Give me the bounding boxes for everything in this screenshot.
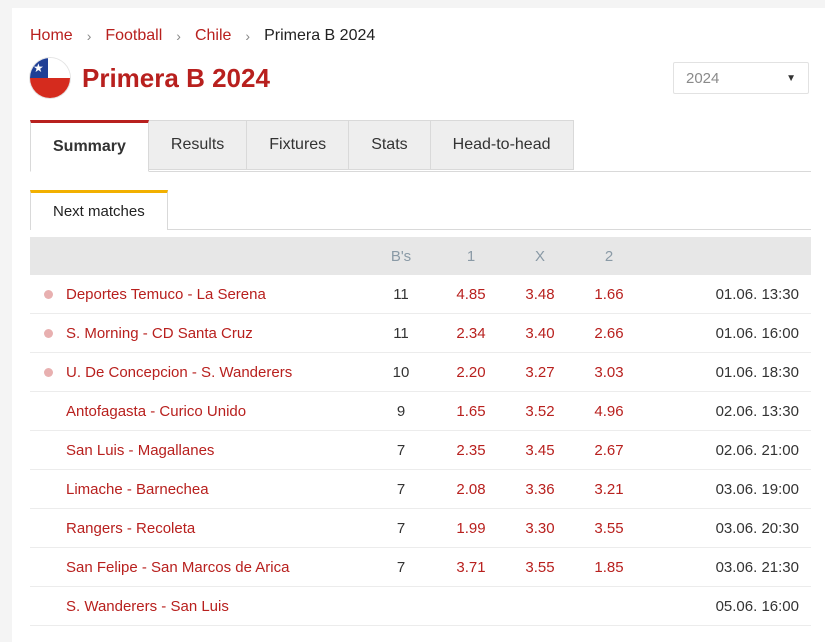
- live-dot-icon: [43, 367, 53, 377]
- table-row[interactable]: Limache - Barnechea 7 2.08 3.36 3.21 03.…: [30, 470, 811, 509]
- chevron-right-icon: ›: [176, 28, 181, 44]
- match-name[interactable]: Deportes Temuco - La Serena: [66, 286, 366, 303]
- season-select[interactable]: 2024 ▼: [673, 62, 809, 94]
- season-select-value: 2024: [686, 69, 720, 87]
- match-name[interactable]: Antofagasta - Curico Unido: [66, 403, 366, 420]
- tab-head-to-head[interactable]: Head-to-head: [430, 120, 574, 170]
- match-time: 02.06. 21:00: [715, 441, 799, 459]
- odds-1[interactable]: 2.35: [436, 442, 506, 459]
- content-card: Home › Football › Chile › Primera B 2024…: [12, 8, 825, 642]
- breadcrumb: Home › Football › Chile › Primera B 2024: [30, 26, 375, 46]
- odds-x[interactable]: 3.36: [506, 481, 574, 498]
- odds-x[interactable]: 3.52: [506, 403, 574, 420]
- tab-stats[interactable]: Stats: [349, 120, 431, 170]
- odds-2[interactable]: 2.67: [574, 442, 644, 459]
- bookmakers-count: 7: [396, 519, 406, 537]
- match-name[interactable]: U. De Concepcion - S. Wanderers: [66, 364, 366, 381]
- odds-1[interactable]: 4.85: [436, 286, 506, 303]
- live-dot-icon: [43, 289, 53, 299]
- odds-1[interactable]: 2.08: [436, 481, 506, 498]
- odds-x[interactable]: 3.40: [506, 325, 574, 342]
- bookmakers-count: 7: [396, 441, 406, 459]
- subtab-bar: Next matches: [30, 190, 168, 230]
- tab-results[interactable]: Results: [148, 120, 248, 170]
- odds-1[interactable]: 2.20: [436, 364, 506, 381]
- chile-flag-icon: ★: [30, 58, 70, 98]
- header-odds-1: 1: [466, 247, 476, 265]
- bookmakers-count: 7: [396, 558, 406, 576]
- bookmakers-count: 10: [392, 363, 410, 381]
- odds-x[interactable]: 3.30: [506, 520, 574, 537]
- bookmakers-count: 11: [393, 324, 409, 342]
- odds-1[interactable]: 3.71: [436, 559, 506, 576]
- table-row[interactable]: S. Morning - CD Santa Cruz 11 2.34 3.40 …: [30, 314, 811, 353]
- odds-x[interactable]: 3.48: [506, 286, 574, 303]
- chevron-right-icon: ›: [86, 28, 92, 44]
- bookmakers-count: 7: [396, 480, 406, 498]
- match-time: 03.06. 19:00: [715, 480, 799, 498]
- table-header: B's 1 X 2: [30, 237, 811, 275]
- match-name[interactable]: S. Wanderers - San Luis: [66, 598, 366, 615]
- match-name[interactable]: San Felipe - San Marcos de Arica: [66, 559, 366, 576]
- live-dot-icon: [43, 328, 53, 338]
- breadcrumb-home[interactable]: Home: [30, 27, 73, 45]
- title-row: ★ Primera B 2024: [30, 56, 270, 100]
- tab-fixtures[interactable]: Fixtures: [247, 120, 350, 170]
- table-row[interactable]: Antofagasta - Curico Unido 9 1.65 3.52 4…: [30, 392, 811, 431]
- odds-2[interactable]: 4.96: [574, 403, 644, 420]
- breadcrumb-chile[interactable]: Chile: [195, 27, 231, 45]
- tab-summary[interactable]: Summary: [30, 120, 149, 172]
- odds-2[interactable]: 1.66: [574, 286, 644, 303]
- match-name[interactable]: S. Morning - CD Santa Cruz: [66, 325, 366, 342]
- table-row[interactable]: S. Wanderers - San Luis 05.06. 16:00: [30, 587, 811, 626]
- odds-x[interactable]: 3.45: [506, 442, 574, 459]
- tab-bar: Summary Results Fixtures Stats Head-to-h…: [30, 120, 574, 172]
- matches-table: B's 1 X 2 Deportes Temuco - La Serena 11…: [30, 237, 811, 626]
- odds-2[interactable]: 3.21: [574, 481, 644, 498]
- bookmakers-count: 9: [396, 402, 406, 420]
- odds-1[interactable]: 1.99: [436, 520, 506, 537]
- odds-1[interactable]: 1.65: [436, 403, 506, 420]
- table-row[interactable]: San Luis - Magallanes 7 2.35 3.45 2.67 0…: [30, 431, 811, 470]
- header-odds-2: 2: [604, 247, 614, 265]
- subtab-next-matches[interactable]: Next matches: [30, 190, 168, 230]
- match-time: 03.06. 21:30: [715, 558, 799, 576]
- odds-2[interactable]: 1.85: [574, 559, 644, 576]
- match-time: 05.06. 16:00: [715, 597, 799, 615]
- breadcrumb-current: Primera B 2024: [264, 27, 376, 44]
- odds-1[interactable]: 2.34: [436, 325, 506, 342]
- caret-down-icon: ▼: [786, 72, 796, 84]
- odds-2[interactable]: 3.55: [574, 520, 644, 537]
- table-row[interactable]: Rangers - Recoleta 7 1.99 3.30 3.55 03.0…: [30, 509, 811, 548]
- match-name[interactable]: San Luis - Magallanes: [66, 442, 366, 459]
- odds-2[interactable]: 2.66: [574, 325, 644, 342]
- odds-x[interactable]: 3.55: [506, 559, 574, 576]
- match-name[interactable]: Rangers - Recoleta: [66, 520, 366, 537]
- table-row[interactable]: San Felipe - San Marcos de Arica 7 3.71 …: [30, 548, 811, 587]
- odds-x[interactable]: 3.27: [506, 364, 574, 381]
- header-odds-x: X: [534, 247, 545, 265]
- match-time: 01.06. 16:00: [715, 324, 799, 342]
- breadcrumb-football[interactable]: Football: [105, 27, 162, 45]
- match-time: 03.06. 20:30: [715, 519, 799, 537]
- match-time: 01.06. 18:30: [715, 363, 799, 381]
- chevron-right-icon: ›: [245, 28, 251, 44]
- table-row[interactable]: Deportes Temuco - La Serena 11 4.85 3.48…: [30, 275, 811, 314]
- table-row[interactable]: U. De Concepcion - S. Wanderers 10 2.20 …: [30, 353, 811, 392]
- match-name[interactable]: Limache - Barnechea: [66, 481, 366, 498]
- bookmakers-count: 11: [393, 285, 409, 303]
- odds-2[interactable]: 3.03: [574, 364, 644, 381]
- match-time: 01.06. 13:30: [715, 285, 799, 303]
- match-time: 02.06. 13:30: [715, 402, 799, 420]
- page-title: Primera B 2024: [82, 62, 270, 93]
- header-bookmakers: B's: [390, 247, 412, 265]
